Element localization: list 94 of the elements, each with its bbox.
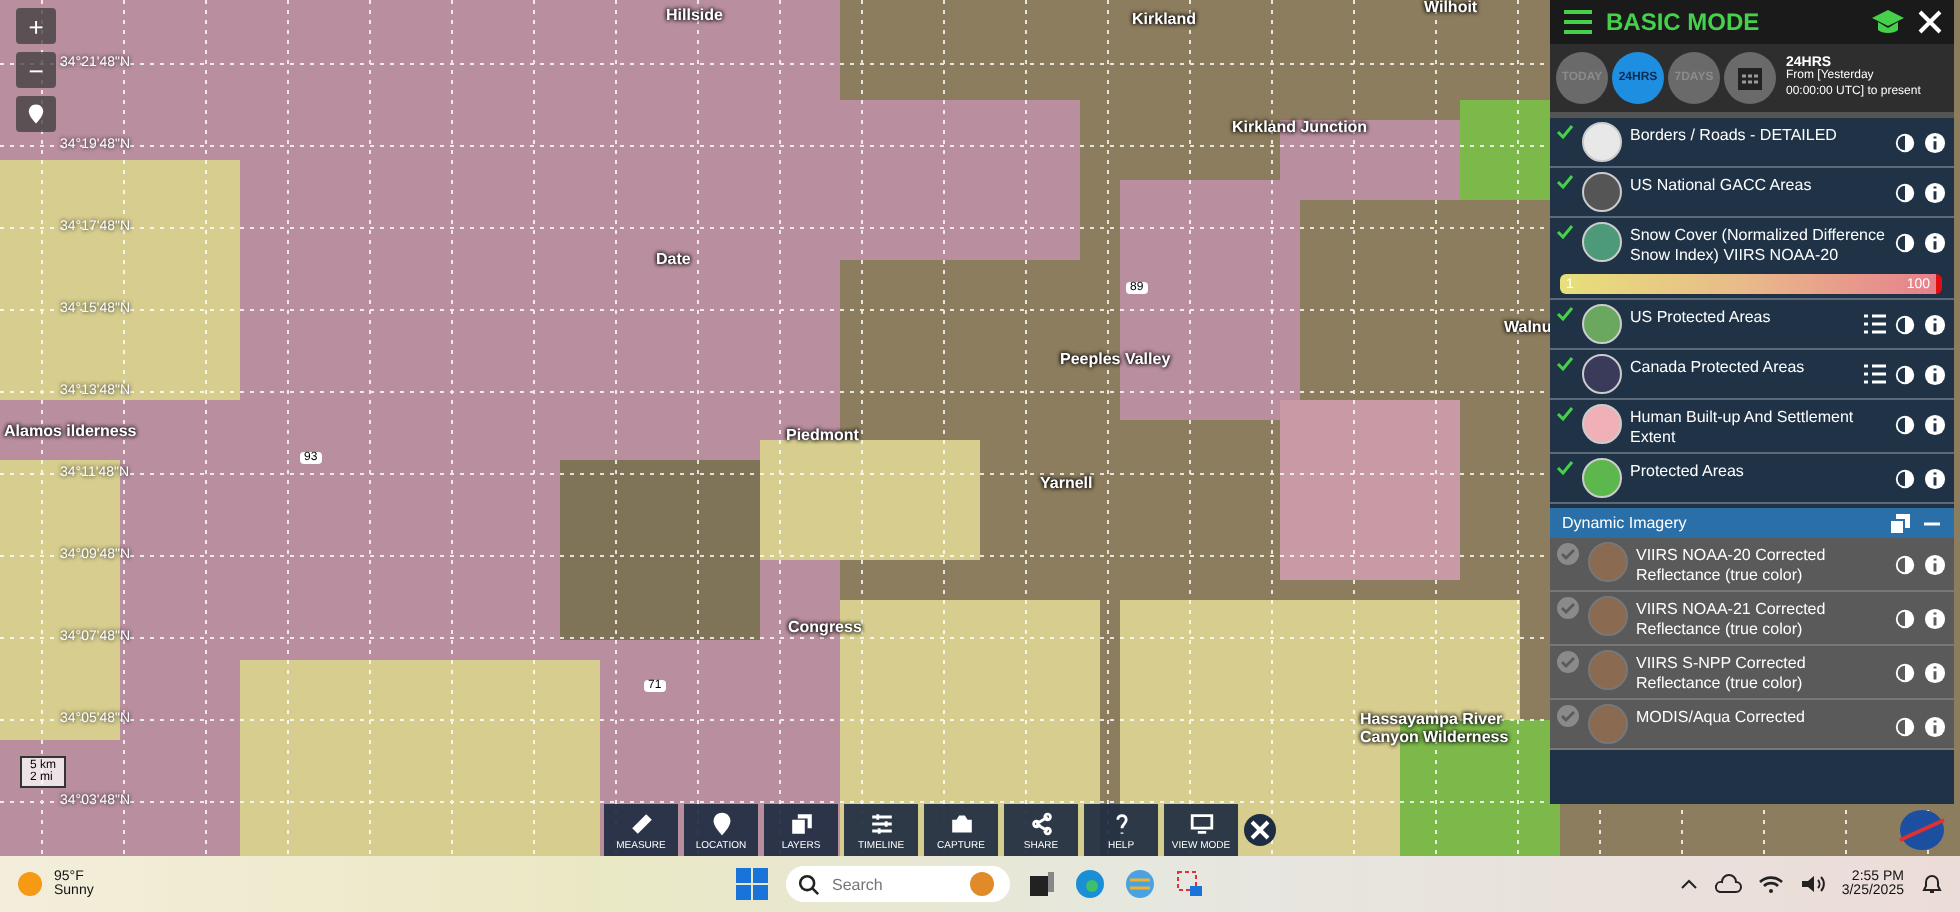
checkmark-icon[interactable] (1556, 460, 1574, 476)
speaker-icon[interactable] (1799, 874, 1826, 894)
browser-icon[interactable] (1074, 868, 1106, 900)
place-label: Kirkland (1132, 12, 1197, 30)
layer-thumbnail (1582, 122, 1622, 162)
opacity-icon[interactable] (1894, 716, 1916, 738)
opacity-icon[interactable] (1894, 662, 1916, 684)
zoom-in-button[interactable]: + (16, 8, 56, 44)
opacity-icon[interactable] (1894, 314, 1916, 336)
place-label: Yarnell (1040, 476, 1093, 494)
opacity-icon[interactable] (1894, 414, 1916, 436)
place-label: Kirkland Junction (1232, 120, 1368, 138)
layer-name: MODIS/Aqua Corrected (1636, 706, 1807, 728)
checkmark-icon[interactable] (1556, 704, 1580, 728)
calendar-button[interactable] (1724, 52, 1776, 104)
place-label: Peeples Valley (1060, 352, 1171, 370)
snipping-tool-icon[interactable] (1174, 868, 1206, 900)
checkmark-icon[interactable] (1556, 306, 1574, 322)
opacity-icon[interactable] (1894, 182, 1916, 204)
info-icon[interactable] (1924, 716, 1946, 738)
checkmark-icon[interactable] (1556, 356, 1574, 372)
search-input[interactable]: Search (828, 873, 960, 895)
cloud-icon[interactable] (1713, 874, 1742, 894)
bell-icon[interactable] (1920, 872, 1944, 896)
info-icon[interactable] (1924, 414, 1946, 436)
task-view-icon[interactable] (1028, 870, 1056, 898)
info-icon[interactable] (1924, 468, 1946, 490)
info-icon[interactable] (1924, 608, 1946, 630)
place-label: Date (656, 252, 691, 270)
graduation-cap-icon[interactable] (1870, 8, 1906, 36)
checkmark-icon[interactable] (1556, 406, 1574, 422)
info-icon[interactable] (1924, 554, 1946, 576)
opacity-icon[interactable] (1894, 608, 1916, 630)
menu-icon[interactable] (1562, 8, 1594, 36)
panel-title: BASIC MODE (1606, 8, 1762, 36)
share-icon (1027, 809, 1055, 837)
checkmark-icon[interactable] (1556, 596, 1580, 620)
layer-name: Human Built-up And Settlement Extent (1630, 406, 1856, 448)
calendar-icon (1734, 62, 1766, 94)
info-icon[interactable] (1924, 132, 1946, 154)
layer-name: VIIRS NOAA-20 Corrected Reflectance (true color) (1636, 544, 1828, 586)
layer-name: US Protected Areas (1630, 306, 1773, 328)
location-button[interactable] (16, 96, 56, 132)
layer-thumbnail (1582, 172, 1622, 212)
checkmark-icon[interactable] (1556, 542, 1580, 566)
layer-name: Canada Protected Areas (1630, 356, 1807, 378)
sliders-icon (867, 809, 895, 837)
layer-thumbnail (1582, 304, 1622, 344)
place-label: Alamos ilderness (4, 424, 137, 442)
checkmark-icon[interactable] (1556, 124, 1574, 140)
opacity-icon[interactable] (1894, 468, 1916, 490)
layer-thumbnail (1582, 222, 1622, 262)
opacity-icon[interactable] (1894, 232, 1916, 254)
chevron-up-icon[interactable] (1679, 878, 1698, 890)
layer-thumbnail (1582, 354, 1622, 394)
place-label: Walnu (1504, 320, 1552, 338)
close-icon (1250, 820, 1270, 840)
info-icon[interactable] (1924, 182, 1946, 204)
layer-name: VIIRS NOAA-21 Corrected Reflectance (true color) (1636, 598, 1828, 640)
windows-start-icon[interactable] (736, 868, 768, 900)
search-icon (798, 873, 820, 895)
layer-name: Protected Areas (1630, 460, 1746, 482)
checkmark-icon[interactable] (1556, 224, 1574, 240)
legend-list-icon[interactable] (1864, 314, 1886, 334)
layer-thumbnail (1582, 404, 1622, 444)
opacity-icon[interactable] (1894, 364, 1916, 386)
place-label: Wilhoit (1424, 0, 1478, 18)
layer-thumbnail (1582, 458, 1622, 498)
layer-name: Snow Cover (Normalized Difference Snow Index) VIIRS NOAA-20 (1630, 224, 1886, 266)
info-icon[interactable] (1924, 364, 1946, 386)
search-highlight-icon (968, 870, 996, 898)
place-label: Hillside (666, 8, 723, 26)
opacity-icon[interactable] (1894, 132, 1916, 154)
section-title: Dynamic Imagery (1562, 514, 1689, 532)
info-icon[interactable] (1924, 662, 1946, 684)
info-icon[interactable] (1924, 314, 1946, 336)
search-field[interactable]: Search (786, 866, 1010, 902)
close-icon[interactable] (1918, 10, 1942, 34)
zoom-out-button[interactable]: − (16, 52, 56, 88)
legend-list-icon[interactable] (1864, 364, 1886, 384)
wifi-icon[interactable] (1757, 874, 1784, 894)
copy-icon[interactable] (1890, 513, 1910, 533)
opacity-icon[interactable] (1894, 554, 1916, 576)
layer-name: Borders / Roads - DETAILED (1630, 124, 1839, 146)
checkmark-icon[interactable] (1556, 650, 1580, 674)
monitor-icon (1187, 809, 1215, 837)
layer-name: VIIRS S-NPP Corrected Reflectance (true color) (1636, 652, 1808, 694)
nasa-logo-icon (1896, 808, 1948, 852)
layer-name: US National GACC Areas (1630, 174, 1814, 196)
layers-icon (787, 809, 815, 837)
checkmark-icon[interactable] (1556, 174, 1574, 190)
info-icon[interactable] (1924, 232, 1946, 254)
ruler-icon (627, 809, 655, 837)
location-pin-icon (24, 100, 48, 128)
